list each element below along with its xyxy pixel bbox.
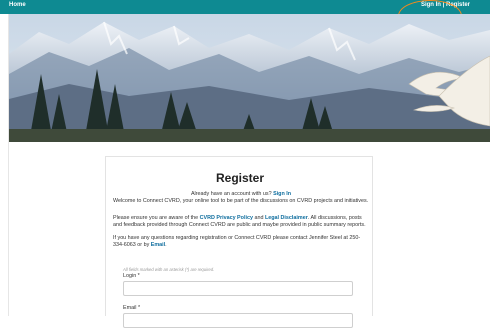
policy-prefix: Please ensure you are aware of the <box>113 215 200 221</box>
register-panel: Register Already have an account with us… <box>105 156 373 328</box>
welcome-text: Welcome to Connect CVRD, your online too… <box>113 198 369 204</box>
left-margin <box>0 14 9 316</box>
have-account-prefix: Already have an account with us? <box>190 191 274 197</box>
email-input[interactable] <box>123 313 353 328</box>
sign-in-inline-link[interactable]: Sign In <box>273 191 291 197</box>
policy-text: Please ensure you are aware of the CVRD … <box>113 215 369 229</box>
policy-and: and <box>252 215 265 221</box>
questions-text: If you have any questions regarding regi… <box>113 235 369 249</box>
questions-suffix: . <box>165 242 167 249</box>
privacy-policy-link[interactable]: CVRD Privacy Policy <box>200 215 253 221</box>
email-contact-link[interactable]: Email <box>151 242 165 248</box>
email-label: Email * <box>123 305 141 311</box>
login-label: Login * <box>123 273 140 279</box>
login-input[interactable] <box>123 281 353 296</box>
legal-disclaimer-link[interactable]: Legal Disclaimer <box>265 215 308 221</box>
required-fields-note: All fields marked with an asterisk (*) a… <box>123 267 215 272</box>
hero-banner-image <box>9 14 490 142</box>
page-title: Register <box>215 171 265 185</box>
home-link[interactable]: Home <box>9 2 26 8</box>
